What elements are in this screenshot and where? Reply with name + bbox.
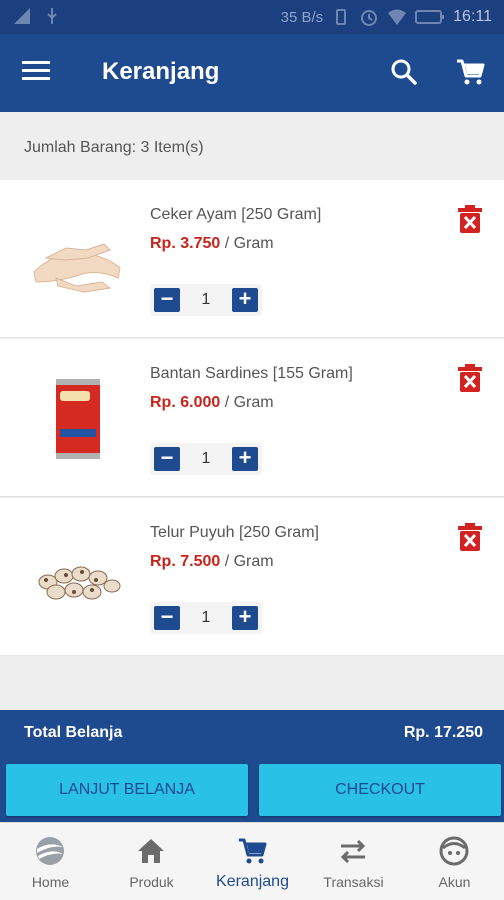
item-count-bar: Jumlah Barang: 3 Item(s) [0,112,504,180]
cart-item: Ceker Ayam [250 Gram] Rp. 3.750 / Gram −… [0,180,504,338]
total-label: Total Belanja [24,724,123,741]
search-icon[interactable] [388,56,420,88]
product-price: Rp. 6.000 / Gram [150,394,274,412]
nav-label: Home [31,874,70,890]
total-amount: Rp. 17.250 [403,724,483,741]
alarm-icon [361,10,378,26]
battery-icon [415,10,445,24]
checkout-button[interactable]: CHECKOUT [259,764,501,816]
increase-button[interactable]: + [232,447,258,471]
quantity-stepper: − 1 + [150,284,262,316]
face-icon [439,836,469,866]
decrease-button[interactable]: − [154,606,180,630]
status-bar: 35 B/s 16:11 [0,0,504,34]
house-icon [138,839,164,863]
delete-icon[interactable] [456,522,484,552]
nav-label: Keranjang [216,873,289,890]
cart-item: Telur Puyuh [250 Gram] Rp. 7.500 / Gram … [0,498,504,656]
increase-button[interactable]: + [232,288,258,312]
price-unit: / Gram [220,553,274,570]
quantity-value: 1 [201,609,211,626]
product-image [33,243,121,293]
price-value: Rp. 6.000 [150,394,221,411]
price-value: Rp. 7.500 [150,553,221,570]
continue-shopping-button[interactable]: LANJUT BELANJA [6,764,248,816]
signal-icon [14,8,30,24]
home-logo-icon [36,837,64,865]
cart-icon [239,838,267,864]
nav-keranjang[interactable]: Keranjang [202,823,303,900]
network-speed: 35 B/s [280,8,324,26]
price-unit: / Gram [220,394,274,411]
product-price: Rp. 7.500 / Gram [150,553,274,571]
nav-produk[interactable]: Produk [101,823,202,900]
price-unit: / Gram [220,235,274,252]
usb-icon [47,8,57,24]
cart-item: Bantan Sardines [155 Gram] Rp. 6.000 / G… [0,339,504,497]
decrease-button[interactable]: − [154,288,180,312]
product-image [38,566,121,600]
product-price: Rp. 3.750 / Gram [150,235,274,253]
swap-arrows-icon [340,839,366,864]
checkout-bar: Total Belanja Rp. 17.250 LANJUT BELANJA … [0,710,504,822]
product-name: Ceker Ayam [250 Gram] [150,206,322,223]
delete-icon[interactable] [456,204,484,234]
delete-icon[interactable] [456,363,484,393]
product-name: Bantan Sardines [155 Gram] [150,365,353,382]
nav-label: Produk [129,874,174,890]
wifi-icon [388,9,407,25]
quantity-stepper: − 1 + [150,443,262,475]
price-value: Rp. 3.750 [150,235,221,252]
page-title: Keranjang [102,58,220,85]
quantity-stepper: − 1 + [150,602,262,634]
quantity-value: 1 [201,291,211,308]
nav-label: Transaksi [323,874,384,890]
clock: 16:11 [453,8,492,25]
product-name: Telur Puyuh [250 Gram] [150,524,319,541]
nav-akun[interactable]: Akun [404,823,504,900]
nav-label: Akun [438,874,471,890]
vibrate-icon [336,9,347,25]
app-bar: Keranjang [0,34,504,112]
nav-home[interactable]: Home [0,823,101,900]
decrease-button[interactable]: − [154,447,180,471]
item-count: Jumlah Barang: 3 Item(s) [24,139,204,156]
bottom-nav: Home Produk Keranjang Transaksi Akun [0,822,504,900]
quantity-value: 1 [201,450,211,467]
hamburger-icon[interactable] [22,58,58,88]
cart-icon[interactable] [454,56,486,88]
nav-transaksi[interactable]: Transaksi [303,823,404,900]
product-image [56,379,100,459]
increase-button[interactable]: + [232,606,258,630]
